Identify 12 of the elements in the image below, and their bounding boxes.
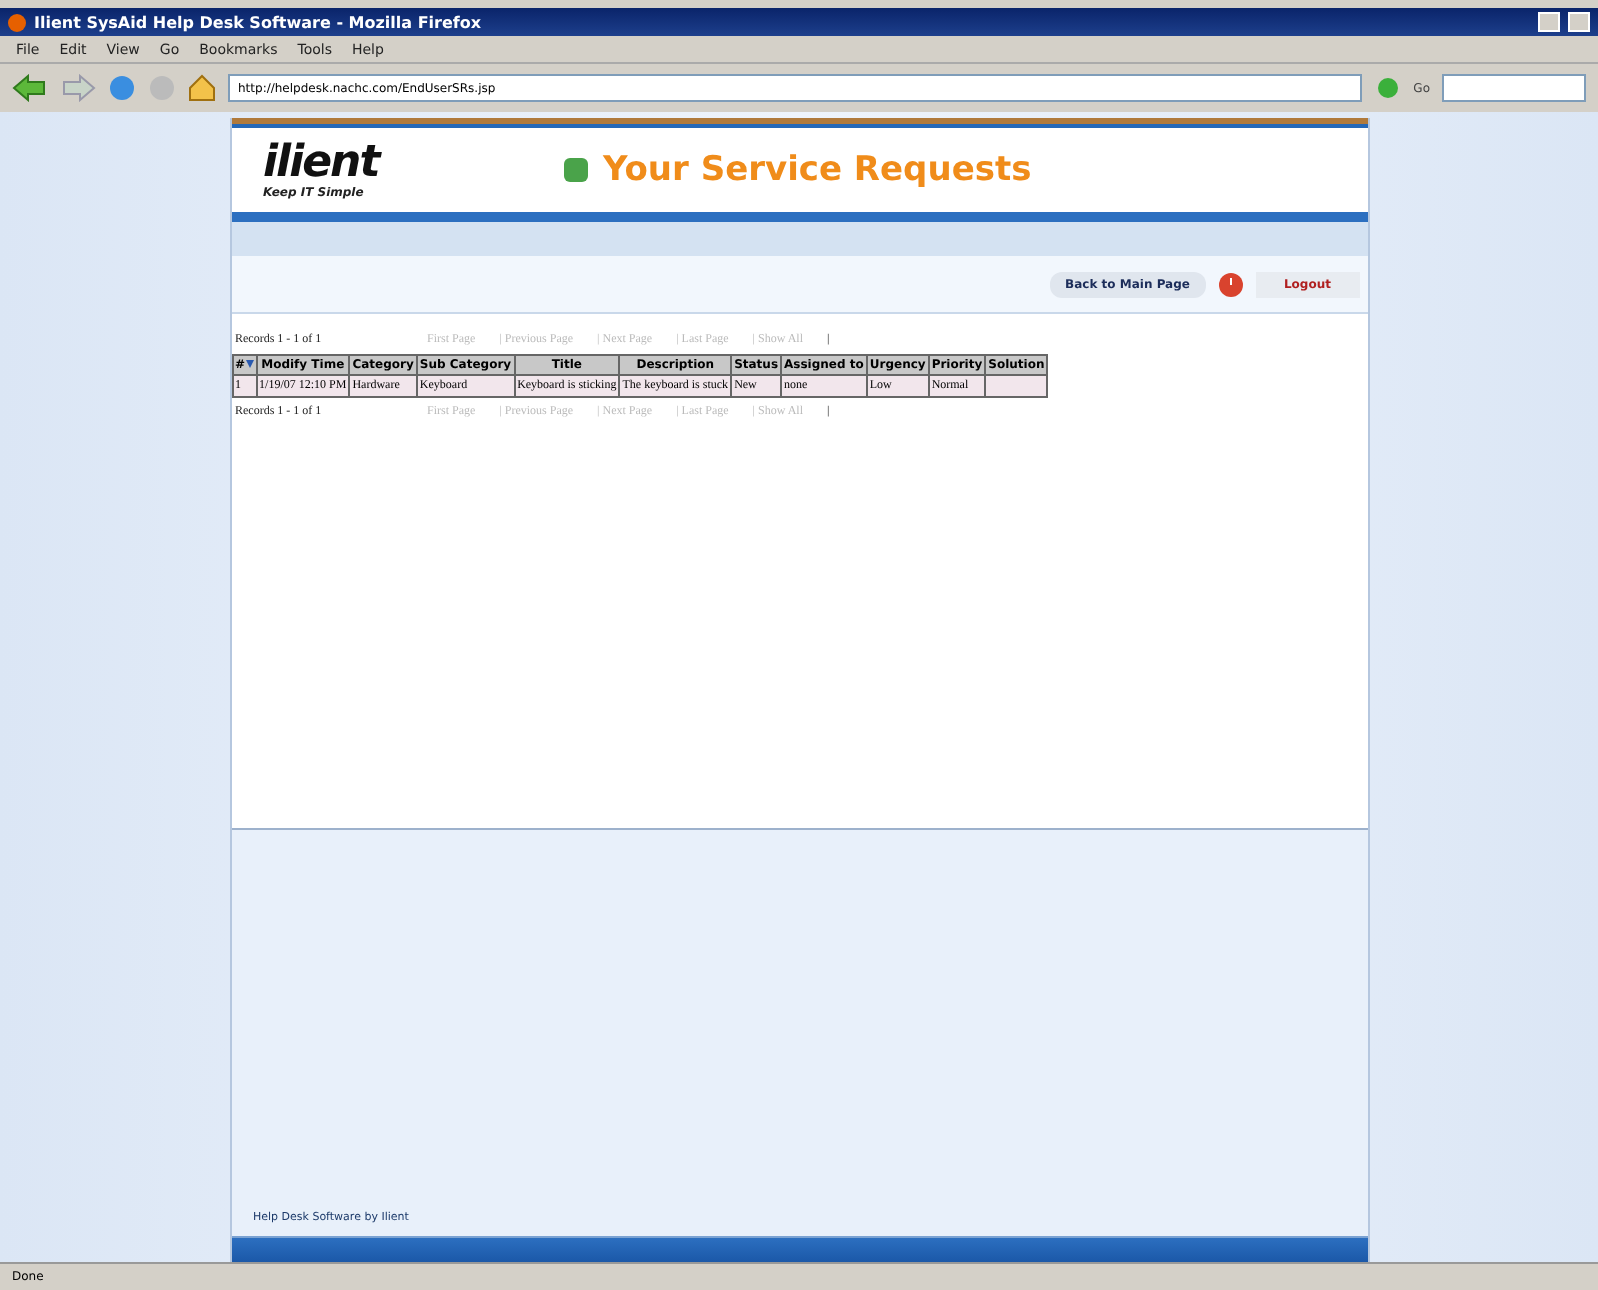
restore-button[interactable] — [1568, 12, 1590, 32]
minimize-button[interactable] — [1538, 12, 1560, 32]
sort-icon — [245, 360, 254, 369]
power-icon[interactable] — [1217, 271, 1244, 297]
window-title: Ilient SysAid Help Desk Software - Mozilla Firefox — [34, 13, 484, 31]
search-field[interactable] — [1442, 74, 1586, 102]
page-title: Your Service Requests — [603, 150, 1032, 190]
home-icon[interactable] — [188, 74, 216, 102]
forward-arrow-icon[interactable] — [60, 74, 96, 102]
logo: ilient — [263, 141, 383, 185]
back-arrow-icon[interactable] — [12, 74, 48, 102]
go-icon[interactable] — [1373, 74, 1402, 102]
